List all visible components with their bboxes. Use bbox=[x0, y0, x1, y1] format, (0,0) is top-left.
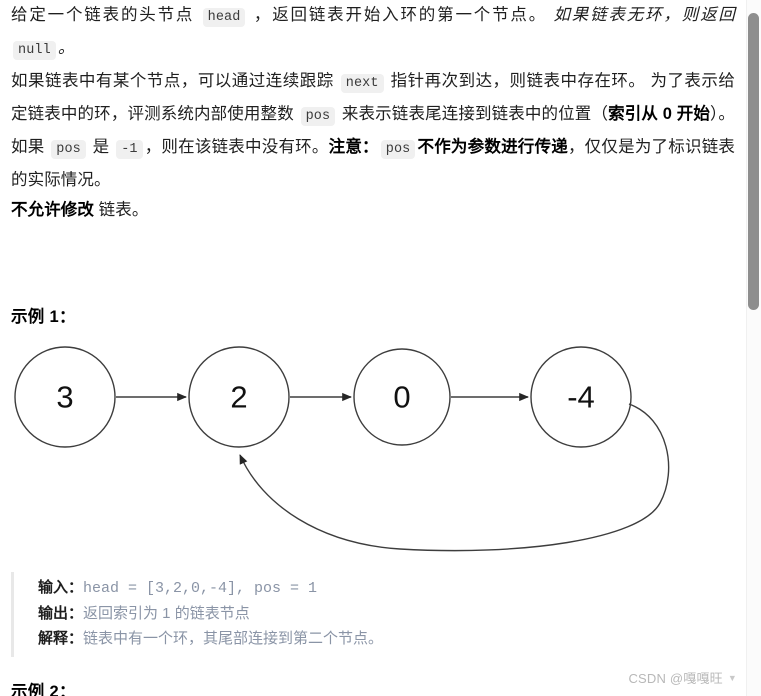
paragraph2-segment-5: 是 bbox=[87, 138, 115, 156]
inline-code-head: head bbox=[202, 8, 246, 27]
paragraph2-bold-note: 注意： bbox=[328, 138, 379, 156]
paragraph-no-modify: 不允许修改 链表。 bbox=[11, 195, 735, 225]
paragraph2-bold-not-param: 不作为参数进行传递 bbox=[417, 138, 568, 156]
linked-list-cycle-diagram: 3 2 0 -4 bbox=[14, 346, 670, 552]
vertical-scrollbar-thumb[interactable] bbox=[748, 13, 759, 310]
example-input-line: 输入：head = [3,2,0,-4], pos = 1 bbox=[38, 576, 711, 602]
node-label-minus4: -4 bbox=[567, 380, 595, 415]
watermark-text: CSDN @嘎嘎旺 bbox=[628, 671, 723, 686]
inline-code-null: null bbox=[13, 41, 56, 60]
vertical-scrollbar-track[interactable] bbox=[746, 0, 761, 696]
paragraph2-segment-6: ，则在该链表中没有环。 bbox=[144, 138, 329, 156]
paragraph1-segment-1: 给定一个链表的头节点 bbox=[11, 6, 201, 24]
paragraph2-segment-3: 来表示链表尾连接到链表中的位置（ bbox=[337, 105, 609, 123]
paragraph2-bold-index-from-zero: 索引从 0 开始 bbox=[608, 105, 710, 123]
example-input-value: head = [3,2,0,-4], pos = 1 bbox=[83, 580, 318, 597]
inline-code-next: next bbox=[340, 74, 384, 93]
paragraph2-segment-1: 如果链表中有某个节点，可以通过连续跟踪 bbox=[11, 72, 339, 90]
example-explanation-label: 解释： bbox=[38, 630, 84, 647]
example-1-io-block: 输入：head = [3,2,0,-4], pos = 1 输出：返回索引为 1… bbox=[11, 572, 711, 657]
node-label-3: 3 bbox=[56, 380, 73, 415]
paragraph3-segment-1: 链表。 bbox=[94, 201, 149, 219]
chevron-down-icon: ▼ bbox=[727, 673, 737, 683]
inline-code-pos-3: pos bbox=[380, 140, 416, 159]
bold-no-modify: 不允许修改 bbox=[11, 201, 94, 219]
example-output-line: 输出：返回索引为 1 的链表节点 bbox=[38, 602, 711, 628]
inline-code-pos-1: pos bbox=[300, 107, 336, 126]
example-1-title: 示例 1： bbox=[11, 308, 76, 326]
page-root: 给定一个链表的头节点 head ，返回链表开始入环的第一个节点。 如果链表无环，… bbox=[0, 0, 761, 696]
paragraph1-italic-2: 。 bbox=[57, 39, 75, 57]
paragraph1-segment-2: ，返回链表开始入环的第一个节点。 bbox=[247, 6, 554, 24]
csdn-watermark: CSDN @嘎嘎旺 ▼ bbox=[628, 668, 737, 687]
paragraph-problem-statement: 给定一个链表的头节点 head ，返回链表开始入环的第一个节点。 如果链表无环，… bbox=[11, 0, 735, 66]
example-output-value: 返回索引为 1 的链表节点 bbox=[83, 604, 250, 622]
example-explanation-line: 解释：链表中有一个环，其尾部连接到第二个节点。 bbox=[38, 627, 711, 653]
paragraph-cycle-definition: 如果链表中有某个节点，可以通过连续跟踪 next 指针再次到达，则链表中存在环。… bbox=[11, 66, 735, 195]
node-label-2: 2 bbox=[230, 380, 247, 415]
example-input-label: 输入： bbox=[38, 579, 84, 596]
inline-code-minus-one: -1 bbox=[116, 140, 143, 159]
example-output-label: 输出： bbox=[38, 604, 84, 622]
paragraph1-italic-1: 如果链表无环，则返回 bbox=[553, 6, 736, 24]
example-explanation-value: 链表中有一个环，其尾部连接到第二个节点。 bbox=[83, 630, 384, 647]
article-content: 给定一个链表的头节点 head ，返回链表开始入环的第一个节点。 如果链表无环，… bbox=[11, 0, 735, 225]
node-label-0: 0 bbox=[393, 380, 410, 415]
inline-code-pos-2: pos bbox=[51, 140, 86, 159]
example-2-title: 示例 2： bbox=[11, 683, 76, 696]
